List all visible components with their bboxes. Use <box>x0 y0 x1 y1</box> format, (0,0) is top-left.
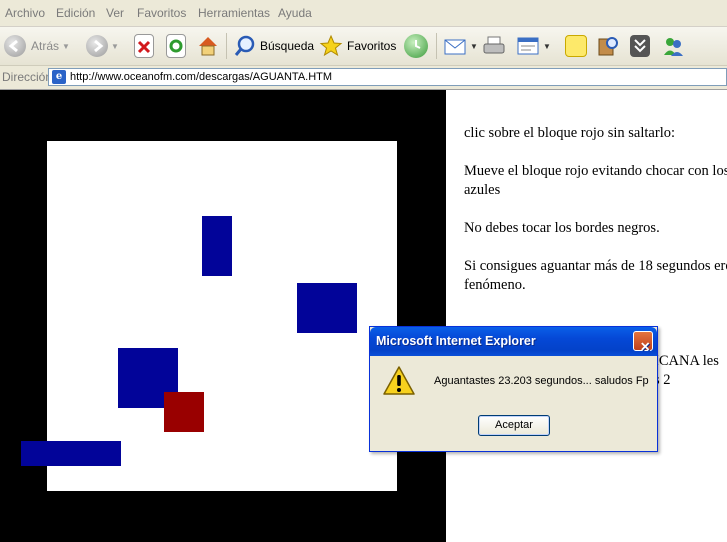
instruction-4: Si consigues aguantar más de 18 segundos… <box>464 258 727 293</box>
search-button[interactable]: Búsqueda <box>233 31 314 61</box>
stop-button[interactable] <box>134 31 154 61</box>
favorites-button[interactable]: Favoritos <box>319 31 396 61</box>
home-button[interactable] <box>196 31 220 61</box>
menu-item-favoritos[interactable]: Favoritos <box>137 6 186 20</box>
warning-icon <box>383 365 415 402</box>
print-button[interactable] <box>482 31 506 61</box>
blue-block-1 <box>202 216 232 276</box>
partial-text-1: ICANA les <box>654 353 719 369</box>
search-icon <box>233 34 257 58</box>
address-label: Dirección <box>2 70 53 84</box>
toolbar: Atrás ▼ ▼ Búsqueda Favoritos ▼ ▼ <box>0 27 727 66</box>
menu-item-ver[interactable]: Ver <box>106 6 124 20</box>
stop-icon <box>134 34 154 58</box>
messenger-people-icon <box>661 34 685 58</box>
search-label: Búsqueda <box>260 39 315 53</box>
forward-dropdown-icon[interactable]: ▼ <box>111 42 119 51</box>
printer-icon <box>482 34 506 58</box>
menu-item-edicion[interactable]: Edición <box>56 6 95 20</box>
forward-arrow-icon <box>86 35 108 57</box>
menu-bar: Archivo Edición Ver Favoritos Herramient… <box>0 0 727 27</box>
game-border <box>0 90 446 542</box>
mail-button[interactable]: ▼ <box>443 31 478 61</box>
dialog-message: Aguantastes 23.203 segundos... saludos F… <box>434 375 649 387</box>
note-icon <box>565 35 587 57</box>
messenger-button[interactable] <box>661 31 685 61</box>
discuss-button[interactable] <box>565 31 587 61</box>
refresh-button[interactable] <box>166 31 186 61</box>
blue-block-2 <box>297 283 357 333</box>
forward-button[interactable]: ▼ <box>86 31 119 61</box>
mail-dropdown-icon[interactable]: ▼ <box>470 42 478 51</box>
dialog-title: Microsoft Internet Explorer <box>376 334 536 348</box>
address-bar: Dirección e http://www.oceanofm.com/desc… <box>0 66 727 90</box>
home-icon <box>196 34 220 58</box>
menu-item-herramientas[interactable]: Herramientas <box>198 6 270 20</box>
filter-icon <box>630 35 650 57</box>
back-label: Atrás <box>31 39 60 53</box>
blue-block-4 <box>21 441 121 466</box>
back-arrow-icon <box>4 35 26 57</box>
instruction-3: No debes tocar los bordes negros. <box>464 220 660 236</box>
edit-button[interactable]: ▼ <box>516 31 551 61</box>
menu-item-ayuda[interactable]: Ayuda <box>278 6 312 20</box>
favorites-label: Favoritos <box>347 39 397 53</box>
refresh-icon <box>166 34 186 58</box>
edit-page-icon <box>516 34 540 58</box>
alert-dialog: Microsoft Internet Explorer ✕ Aguantaste… <box>369 326 658 452</box>
mail-icon <box>443 34 467 58</box>
instruction-2: Mueve el bloque rojo evitando chocar con… <box>464 163 727 198</box>
research-button[interactable] <box>596 31 620 61</box>
messenger-filter-button[interactable] <box>630 31 650 61</box>
back-dropdown-icon[interactable]: ▼ <box>62 42 70 51</box>
research-icon <box>596 34 620 58</box>
star-icon <box>319 34 343 58</box>
dialog-close-button[interactable]: ✕ <box>633 331 653 354</box>
address-input[interactable]: e http://www.oceanofm.com/descargas/AGUA… <box>48 68 727 86</box>
history-icon <box>404 34 428 58</box>
ie-page-icon: e <box>52 70 66 84</box>
instructions: clic sobre el bloque rojo sin saltarlo: … <box>464 124 727 388</box>
ok-button[interactable]: Aceptar <box>478 415 550 436</box>
edit-dropdown-icon[interactable]: ▼ <box>543 42 551 51</box>
red-block[interactable] <box>164 392 204 432</box>
dialog-title-bar: Microsoft Internet Explorer ✕ <box>370 327 657 356</box>
history-button[interactable] <box>404 31 428 61</box>
close-icon: ✕ <box>640 340 651 354</box>
page-content: clic sobre el bloque rojo sin saltarlo: … <box>0 90 727 542</box>
address-url[interactable]: http://www.oceanofm.com/descargas/AGUANT… <box>70 71 332 83</box>
instruction-1: clic sobre el bloque rojo sin saltarlo: <box>464 125 676 141</box>
back-button[interactable]: Atrás ▼ <box>4 31 70 61</box>
menu-item-archivo[interactable]: Archivo <box>5 6 45 20</box>
